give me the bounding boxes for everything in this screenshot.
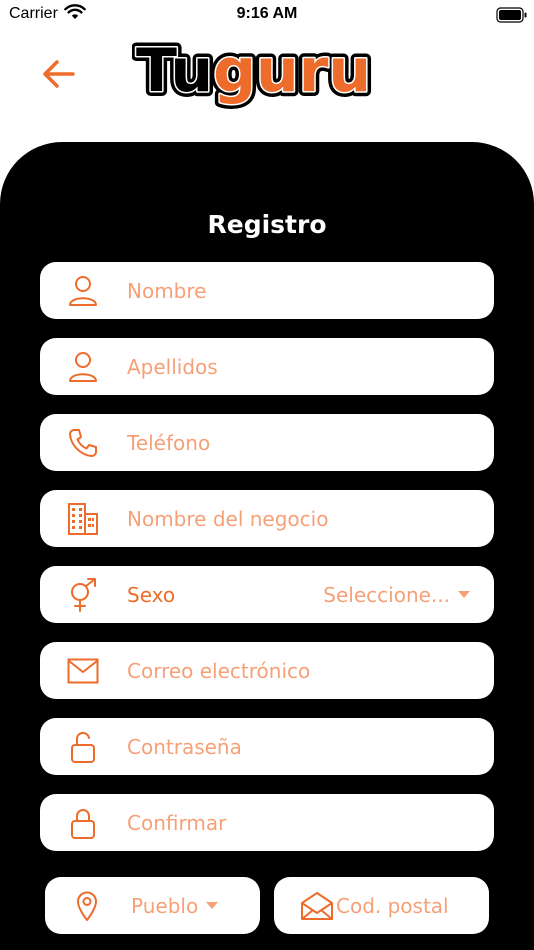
last-name-field[interactable]: Apellidos (40, 338, 494, 395)
envelope-open-icon (300, 891, 334, 921)
tuguru-logo: Tuguru Tuguru Tuguru (131, 27, 400, 115)
first-name-field[interactable]: Nombre (40, 262, 494, 319)
gender-selected-value: Seleccione... (323, 582, 450, 607)
status-bar: Carrier 9:16 AM (0, 0, 534, 30)
phone-field[interactable]: Teléfono (40, 414, 494, 471)
form-title: Registro (207, 210, 327, 239)
password-field[interactable]: Contraseña (40, 718, 494, 775)
back-button[interactable] (36, 52, 80, 96)
back-arrow-icon (43, 60, 75, 88)
business-name-placeholder: Nombre del negocio (127, 506, 329, 531)
town-dropdown[interactable]: Pueblo (45, 877, 260, 934)
gender-dropdown[interactable]: Seleccione... (323, 583, 470, 607)
password-placeholder: Contraseña (127, 734, 242, 759)
town-selected-value: Pueblo (131, 893, 199, 918)
svg-text:Tuguru: Tuguru (136, 36, 371, 106)
gender-label: Sexo (127, 582, 176, 607)
chevron-down-icon (206, 902, 219, 909)
gender-icon (66, 577, 100, 612)
confirm-password-placeholder: Confirmar (127, 810, 227, 835)
email-placeholder: Correo electrónico (127, 658, 311, 683)
last-name-placeholder: Apellidos (127, 354, 218, 379)
lock-icon (66, 806, 100, 840)
email-field[interactable]: Correo electrónico (40, 642, 494, 699)
business-name-field[interactable]: Nombre del negocio (40, 490, 494, 547)
phone-icon (66, 426, 100, 460)
battery-icon (496, 7, 528, 28)
gender-field: Sexo Seleccione... (40, 566, 494, 623)
person-icon (66, 274, 100, 308)
confirm-password-field[interactable]: Confirmar (40, 794, 494, 851)
postal-code-field[interactable]: Cod. postal (274, 877, 489, 934)
mail-icon (66, 654, 100, 688)
unlock-icon (66, 730, 100, 764)
phone-placeholder: Teléfono (127, 430, 211, 455)
building-icon (66, 502, 100, 536)
chevron-down-icon (458, 591, 470, 598)
postal-code-placeholder: Cod. postal (336, 893, 449, 918)
clock: 9:16 AM (236, 5, 298, 22)
person-icon (66, 350, 100, 384)
location-pin-icon (75, 890, 99, 922)
first-name-placeholder: Nombre (127, 278, 207, 303)
